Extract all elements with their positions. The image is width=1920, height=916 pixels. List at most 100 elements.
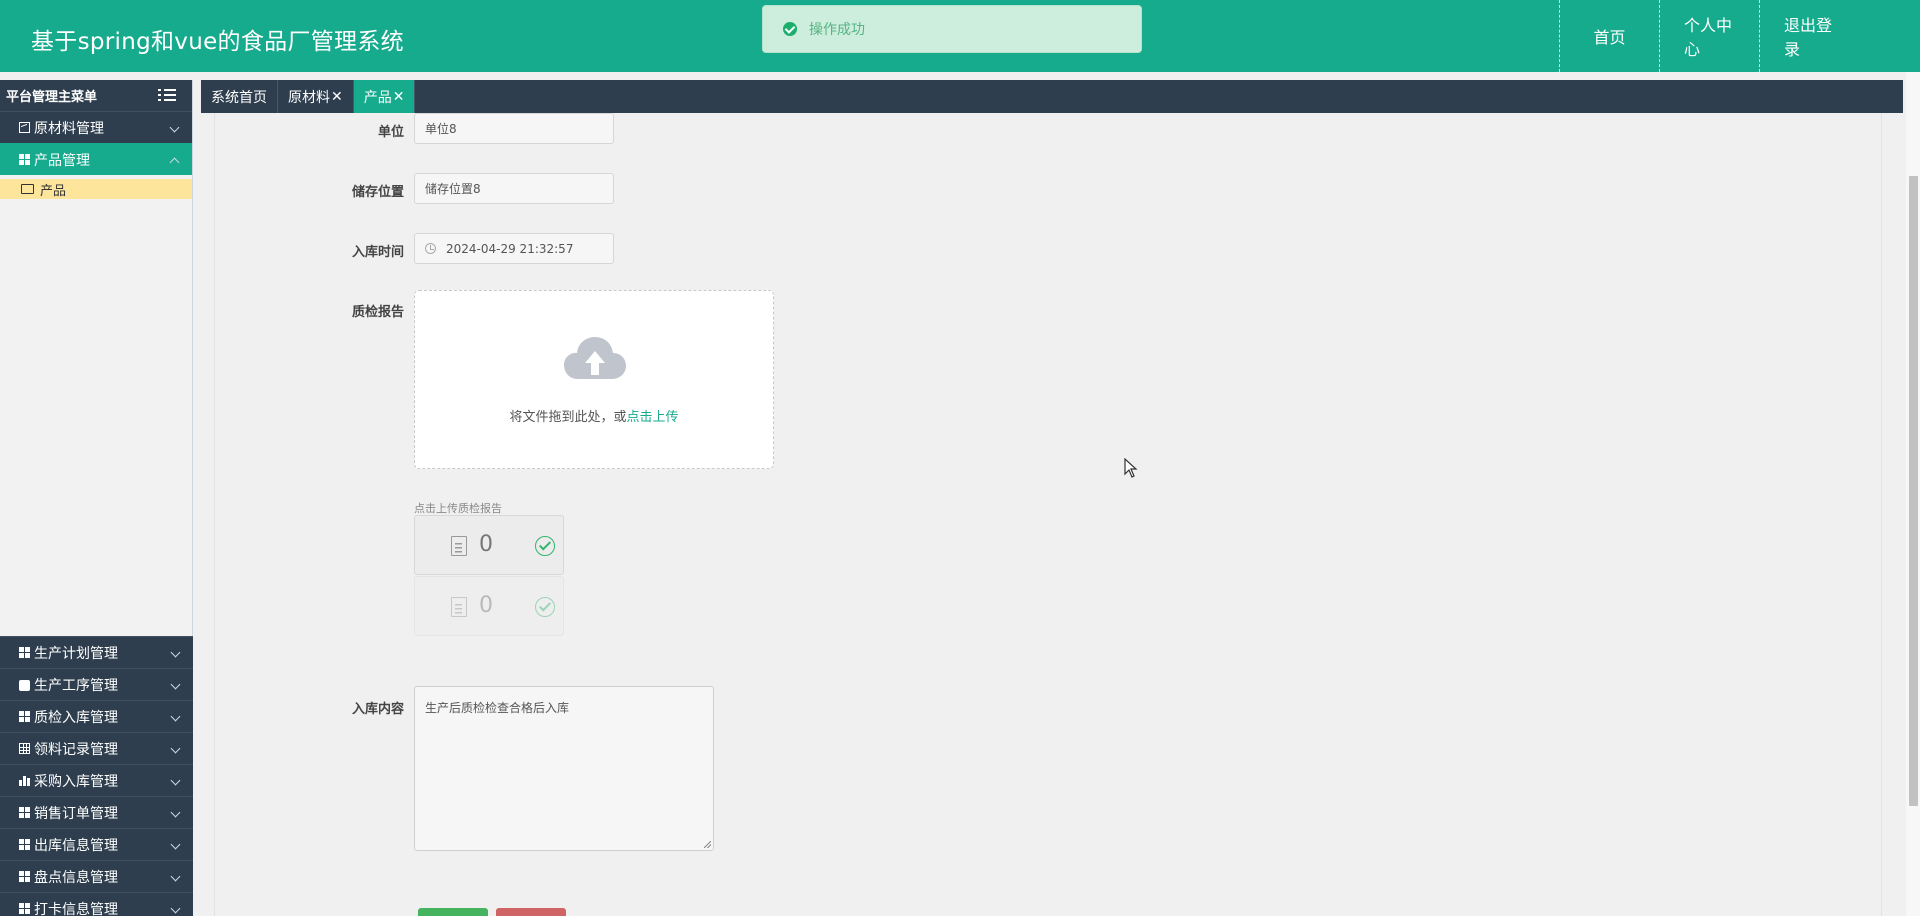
grid-icon — [19, 711, 30, 722]
sidebar-header: 平台管理主菜单 — [0, 80, 192, 111]
sidebar-title: 平台管理主菜单 — [6, 90, 98, 105]
location-input[interactable]: 储存位置8 — [414, 173, 614, 204]
sidebar-item-inventory[interactable]: 盘点信息管理 — [0, 860, 193, 892]
sidebar-item-products[interactable]: 产品管理 — [0, 143, 192, 175]
time-value: 2024-04-29 21:32:57 — [446, 241, 574, 256]
sidebar-item-label: 出库信息管理 — [34, 837, 118, 854]
sidebar-item-label: 打卡信息管理 — [34, 901, 118, 916]
unit-value: 单位8 — [425, 122, 457, 136]
tab-products[interactable]: 产品 ✕ — [353, 80, 416, 113]
upload-dropzone[interactable]: 将文件拖到此处，或点击上传 — [414, 290, 774, 469]
time-picker[interactable]: 2024-04-29 21:32:57 — [414, 233, 614, 264]
resize-handle-icon[interactable] — [704, 841, 711, 848]
chevron-down-icon — [170, 807, 181, 818]
unit-label: 单位 — [377, 125, 404, 140]
sidebar-item-label: 原材料管理 — [34, 120, 104, 137]
check-circle-icon — [535, 536, 555, 556]
document-icon — [451, 597, 467, 617]
file-name: 0 — [479, 532, 493, 557]
sidebar-item-sales-orders[interactable]: 销售订单管理 — [0, 796, 193, 828]
content-value: 生产后质检检查合格后入库 — [425, 701, 570, 715]
chevron-down-icon — [170, 743, 181, 754]
sidebar-item-production-plan[interactable]: 生产计划管理 — [0, 636, 193, 668]
sidebar-item-raw-materials[interactable]: 原材料管理 — [0, 111, 192, 143]
location-label: 储存位置 — [351, 185, 404, 200]
sidebar-item-outbound[interactable]: 出库信息管理 — [0, 828, 193, 860]
grid-icon — [19, 807, 30, 818]
nav-profile[interactable]: 个人中心 — [1659, 0, 1759, 72]
unit-input[interactable]: 单位8 — [414, 113, 614, 144]
grid-icon — [19, 839, 30, 850]
chevron-down-icon — [170, 647, 181, 658]
cloud-upload-icon — [564, 337, 626, 379]
chevron-down-icon — [170, 711, 181, 722]
grid-icon — [19, 154, 30, 165]
tab-raw-materials[interactable]: 原材料 ✕ — [278, 80, 354, 113]
sidebar-item-material-records[interactable]: 领料记录管理 — [0, 732, 193, 764]
sidebar-item-qc-storage[interactable]: 质检入库管理 — [0, 700, 193, 732]
chevron-down-icon — [170, 775, 181, 786]
content-textarea[interactable]: 生产后质检检查合格后入库 — [414, 686, 714, 851]
check-circle-icon — [535, 597, 555, 617]
tab-bar: 系统首页 原材料 ✕ 产品 ✕ — [201, 80, 1903, 113]
document-icon — [451, 536, 467, 556]
chevron-down-icon — [170, 839, 181, 850]
close-icon[interactable]: ✕ — [393, 89, 405, 105]
sidebar-item-production-process[interactable]: 生产工序管理 — [0, 668, 193, 700]
tab-label: 产品 — [363, 89, 392, 106]
page-scrollbar[interactable] — [1906, 72, 1920, 916]
grid-icon — [19, 903, 30, 914]
sidebar-item-label: 采购入库管理 — [34, 773, 118, 790]
chevron-down-icon — [169, 122, 180, 133]
content-label: 入库内容 — [351, 702, 404, 717]
sidebar-item-label: 领料记录管理 — [34, 741, 118, 758]
sidebar-subitem-product[interactable]: 产品 — [0, 179, 192, 199]
sidebar-item-label: 质检入库管理 — [34, 709, 118, 726]
nav-logout[interactable]: 退出登录 — [1759, 0, 1861, 72]
upload-drop-text: 将文件拖到此处，或 — [509, 410, 627, 425]
app-title: 基于spring和vue的食品厂管理系统 — [31, 29, 404, 55]
sidebar-item-attendance[interactable]: 打卡信息管理 — [0, 892, 193, 916]
chevron-down-icon — [170, 871, 181, 882]
chevron-down-icon — [170, 679, 181, 690]
clock-icon — [425, 243, 436, 254]
upload-hint: 点击上传质检报告 — [414, 502, 502, 515]
toast-message: 操作成功 — [809, 22, 865, 38]
close-icon[interactable]: ✕ — [331, 89, 343, 105]
scrollbar-thumb[interactable] — [1909, 176, 1918, 806]
save-button[interactable] — [418, 908, 488, 916]
sidebar-item-label: 销售订单管理 — [34, 805, 118, 822]
uploaded-file-card[interactable]: 0 — [414, 576, 564, 636]
chevron-up-icon — [169, 157, 180, 168]
file-name: 0 — [479, 593, 493, 618]
bar-chart-icon — [19, 775, 30, 786]
grid-icon — [19, 871, 30, 882]
sidebar-item-label: 生产计划管理 — [34, 645, 118, 662]
table-icon — [19, 743, 30, 754]
time-label: 入库时间 — [351, 245, 404, 260]
tab-home[interactable]: 系统首页 — [201, 80, 278, 113]
click-upload-link[interactable]: 点击上传 — [627, 410, 679, 425]
sidebar: 平台管理主菜单 原材料管理 产品管理 产品 生产计划管理 生产工序管理 质检入库… — [0, 80, 193, 916]
mouse-cursor-icon — [1124, 458, 1138, 478]
chart-icon — [19, 122, 30, 133]
uploaded-file-card[interactable]: 0 — [414, 515, 564, 575]
top-nav: 首页 个人中心 退出登录 — [1559, 0, 1920, 72]
grid-icon — [19, 647, 30, 658]
sidebar-item-label: 产品管理 — [34, 152, 90, 169]
menu-list-icon[interactable] — [158, 89, 176, 102]
cancel-button[interactable] — [496, 908, 566, 916]
location-value: 储存位置8 — [425, 182, 481, 196]
sidebar-item-label: 生产工序管理 — [34, 677, 118, 694]
tab-label: 原材料 — [288, 89, 330, 106]
sidebar-lower-menu: 生产计划管理 生产工序管理 质检入库管理 领料记录管理 采购入库管理 销售订单管… — [0, 636, 193, 916]
upload-instructions: 将文件拖到此处，或点击上传 — [415, 406, 773, 425]
briefcase-icon — [19, 680, 30, 691]
success-toast: 操作成功 — [762, 5, 1142, 53]
report-label: 质检报告 — [351, 305, 404, 320]
sidebar-subitem-label: 产品 — [40, 183, 67, 199]
nav-home[interactable]: 首页 — [1559, 0, 1659, 72]
tab-label: 系统首页 — [211, 89, 267, 106]
folder-icon — [21, 184, 34, 194]
sidebar-item-purchase-storage[interactable]: 采购入库管理 — [0, 764, 193, 796]
